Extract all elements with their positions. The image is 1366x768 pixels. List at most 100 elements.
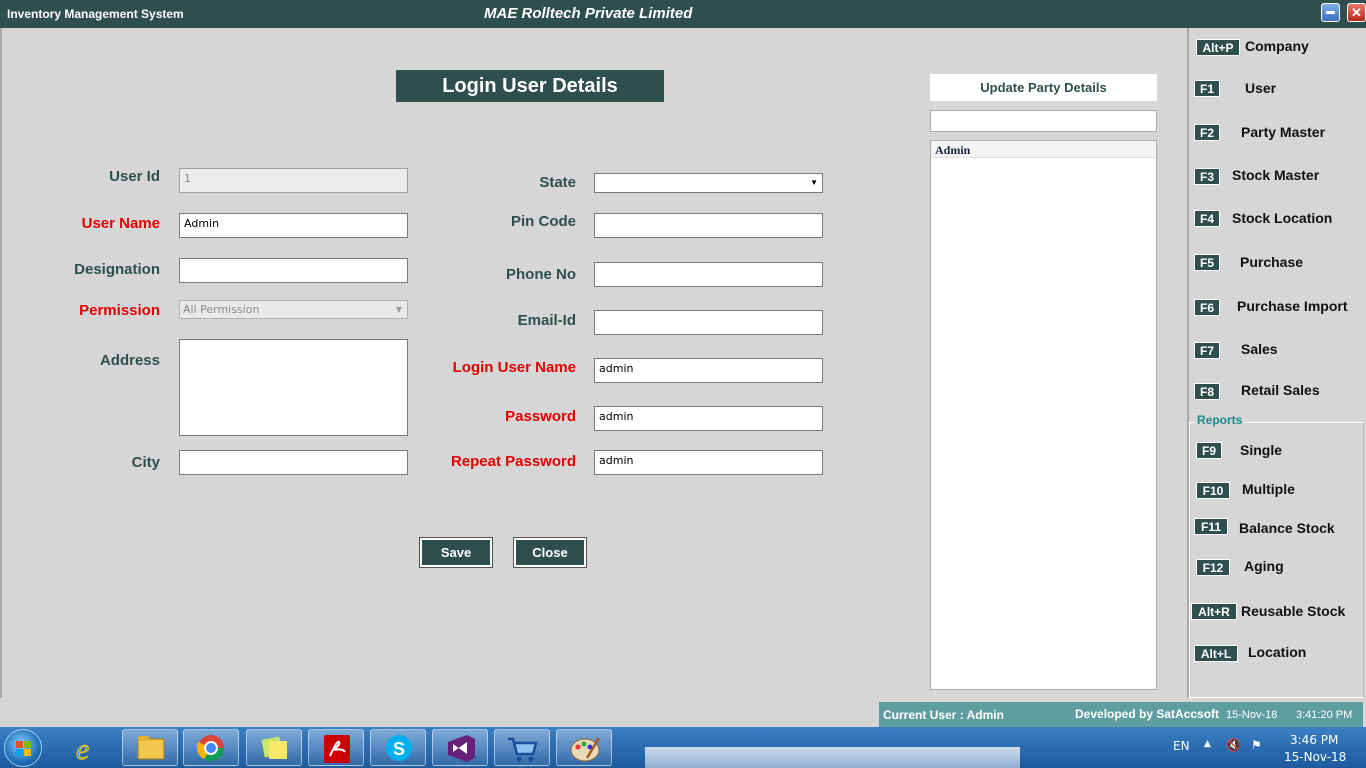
shortcut-key: F2 <box>1194 124 1220 141</box>
sidebar-item-purchase[interactable]: F5 Purchase <box>1194 254 1359 274</box>
permission-select[interactable]: All Permission ▼ <box>179 300 408 319</box>
chrome-icon[interactable] <box>183 729 239 766</box>
report-item-single[interactable]: F9 Single <box>1196 442 1361 462</box>
report-item-aging[interactable]: F12 Aging <box>1196 558 1361 578</box>
sidebar-item-label: Purchase Import <box>1237 298 1348 314</box>
email-id-label: Email-Id <box>517 312 576 329</box>
user-name-label: User Name <box>81 215 160 232</box>
party-search-input[interactable] <box>930 110 1157 132</box>
login-user-name-field[interactable]: admin <box>594 358 823 383</box>
clock-time[interactable]: 3:46 PM <box>1290 733 1338 747</box>
show-hidden-icons-icon[interactable]: ▲ <box>1204 739 1211 749</box>
update-party-title: Update Party Details <box>930 74 1157 101</box>
shortcut-key: F10 <box>1196 482 1230 499</box>
language-indicator[interactable]: EN <box>1173 739 1190 753</box>
close-button[interactable]: Close <box>513 537 587 568</box>
list-item[interactable]: Admin <box>931 141 1156 158</box>
shortcut-key: F9 <box>1196 442 1222 459</box>
paint-icon[interactable] <box>556 729 612 766</box>
chevron-down-icon: ▼ <box>395 305 402 314</box>
app-name: Inventory Management System <box>7 7 184 21</box>
sidebar-item-stock-location[interactable]: F4 Stock Location <box>1194 210 1364 230</box>
skype-icon[interactable]: S <box>370 729 426 766</box>
windows-start-icon[interactable] <box>4 729 42 767</box>
clock-date[interactable]: 15-Nov-18 <box>1284 750 1346 764</box>
visual-studio-icon[interactable] <box>432 729 488 766</box>
city-field[interactable] <box>179 450 408 475</box>
sidebar-item-company[interactable]: Alt+P Company <box>1196 38 1361 58</box>
address-field[interactable] <box>179 339 408 436</box>
report-item-label: Multiple <box>1242 481 1295 497</box>
phone-no-label: Phone No <box>506 266 576 283</box>
report-item-label: Balance Stock <box>1239 520 1335 536</box>
close-window-button[interactable]: ✕ <box>1347 3 1366 22</box>
shortcut-key: F12 <box>1196 559 1230 576</box>
party-list[interactable]: Admin <box>930 140 1157 690</box>
chevron-down-icon: ▼ <box>810 178 818 187</box>
report-item-reusable-stock[interactable]: Alt+R Reusable Stock <box>1191 603 1364 623</box>
sidebar-item-user[interactable]: F1 User <box>1194 80 1359 100</box>
email-field[interactable] <box>594 310 823 335</box>
report-item-label: Aging <box>1244 558 1284 574</box>
shortcut-key: F3 <box>1194 168 1220 185</box>
volume-muted-icon[interactable]: 🔇 <box>1226 738 1241 752</box>
shortcut-key: F8 <box>1194 383 1220 400</box>
sidebar-item-label: Retail Sales <box>1241 382 1320 398</box>
login-user-name-label: Login User Name <box>452 359 576 376</box>
shortcut-key: F7 <box>1194 342 1220 359</box>
shortcut-key: F1 <box>1194 80 1220 97</box>
sticky-notes-icon[interactable] <box>246 729 302 766</box>
shortcut-key: F6 <box>1194 299 1220 316</box>
shortcut-key: Alt+L <box>1194 645 1238 662</box>
report-item-balance-stock[interactable]: F11 Balance Stock <box>1194 518 1364 538</box>
sidebar-item-retail-sales[interactable]: F8 Retail Sales <box>1194 382 1359 402</box>
pin-code-field[interactable] <box>594 213 823 238</box>
sidebar-item-label: Sales <box>1241 341 1278 357</box>
password-field[interactable]: admin <box>594 406 823 431</box>
address-label: Address <box>99 352 160 369</box>
status-time: 3:41:20 PM <box>1296 709 1353 721</box>
shortcut-key: F4 <box>1194 210 1220 227</box>
page-title: Login User Details <box>396 70 664 102</box>
password-label: Password <box>505 408 576 425</box>
current-user-text: Current User : Admin <box>883 708 1004 722</box>
sidebar-item-purchase-import[interactable]: F6 Purchase Import <box>1194 298 1364 318</box>
shortcut-key: Alt+P <box>1196 39 1240 56</box>
status-bar: Current User : Admin Developed by SatAcc… <box>879 702 1363 727</box>
sidebar-item-party-master[interactable]: F2 Party Master <box>1194 124 1359 144</box>
sidebar-item-label: Company <box>1245 38 1309 54</box>
permission-value: All Permission <box>183 303 260 316</box>
state-select[interactable]: ▼ <box>594 173 823 193</box>
city-label: City <box>131 454 160 471</box>
action-center-flag-icon[interactable]: ⚑ <box>1251 738 1262 752</box>
developer-text: Developed by SatAccsoft <box>1075 707 1220 721</box>
report-item-location[interactable]: Alt+L Location <box>1194 644 1359 664</box>
minimize-button[interactable] <box>1321 3 1340 22</box>
state-label: State <box>539 174 576 191</box>
phone-no-field[interactable] <box>594 262 823 287</box>
shopping-cart-icon[interactable] <box>494 729 550 766</box>
acrobat-icon[interactable] <box>308 729 364 766</box>
permission-label: Permission <box>79 302 160 319</box>
file-explorer-icon[interactable] <box>122 729 178 766</box>
user-name-field[interactable]: Admin <box>179 213 408 238</box>
shortcut-key: Alt+R <box>1191 603 1237 620</box>
sidebar-item-sales[interactable]: F7 Sales <box>1194 341 1359 361</box>
repeat-password-field[interactable]: admin <box>594 450 823 475</box>
sidebar-item-stock-master[interactable]: F3 Stock Master <box>1194 167 1359 187</box>
designation-field[interactable] <box>179 258 408 283</box>
report-item-multiple[interactable]: F10 Multiple <box>1196 481 1361 501</box>
internet-explorer-icon[interactable]: e <box>62 729 118 767</box>
repeat-password-label: Repeat Password <box>450 453 576 470</box>
company-name: MAE Rolltech Private Limited <box>484 5 693 22</box>
report-item-label: Reusable Stock <box>1241 603 1346 619</box>
sidebar-item-label: Purchase <box>1240 254 1304 270</box>
sidebar-item-label: Party Master <box>1241 124 1326 140</box>
status-date: 15-Nov-18 <box>1226 709 1278 721</box>
designation-label: Designation <box>74 261 160 278</box>
save-button[interactable]: Save <box>419 537 493 568</box>
report-item-label: Single <box>1240 442 1283 458</box>
user-id-field[interactable]: 1 <box>179 168 408 193</box>
reports-label: Reports <box>1195 413 1245 427</box>
svg-text:e: e <box>76 733 89 766</box>
